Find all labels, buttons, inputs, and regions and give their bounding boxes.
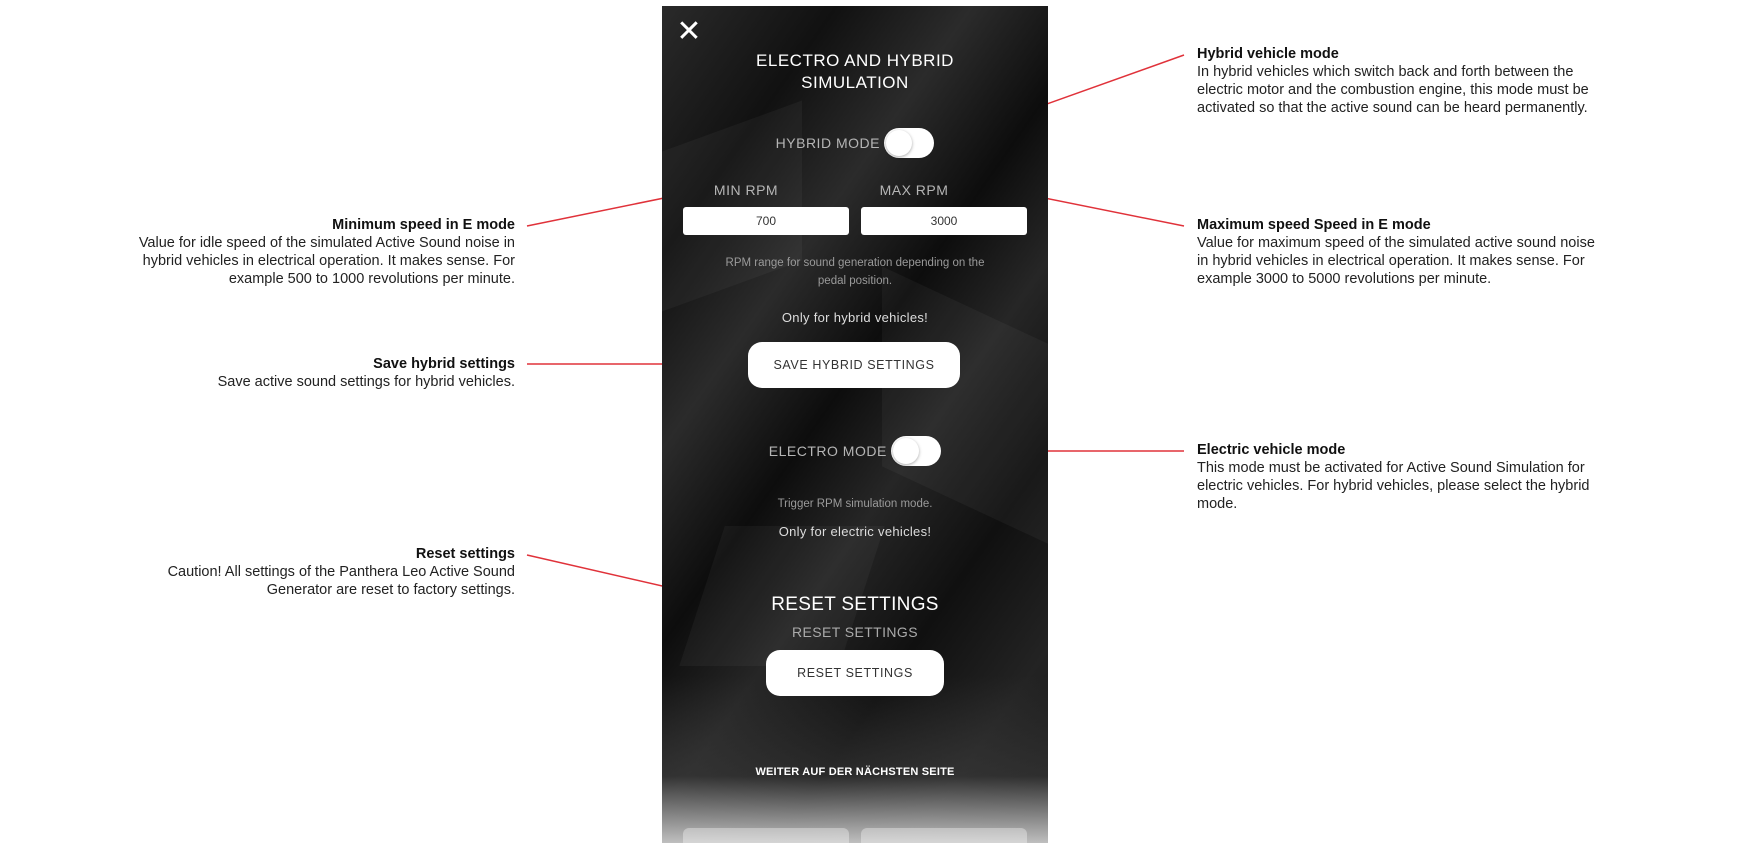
annotation-text: activated so that the active sound can b… — [1197, 100, 1588, 116]
annotation-text: Caution! All settings of the Panthera Le… — [167, 564, 515, 580]
app-screen: ✕ ELECTRO AND HYBRID SIMULATION HYBRID M… — [662, 6, 1048, 843]
annotation-hybrid-mode: Hybrid vehicle mode In hybrid vehicles w… — [1197, 45, 1727, 117]
max-rpm-input[interactable] — [861, 207, 1027, 235]
hybrid-mode-row: HYBRID MODE — [662, 128, 1048, 158]
electro-mode-row: ELECTRO MODE — [662, 436, 1048, 466]
annotation-text: example 3000 to 5000 revolutions per min… — [1197, 271, 1492, 287]
faded-button — [861, 828, 1027, 843]
electro-mode-toggle[interactable] — [891, 436, 942, 466]
page-title-line1: ELECTRO AND HYBRID — [756, 51, 954, 70]
annotation-save-hybrid: Save hybrid settings Save active sound s… — [0, 355, 515, 391]
annotation-text: in hybrid vehicles in electrical operati… — [1197, 253, 1585, 269]
annotation-heading: Save hybrid settings — [373, 356, 515, 372]
annotation-text: hybrid vehicles in electrical operation.… — [142, 253, 515, 269]
annotation-heading: Hybrid vehicle mode — [1197, 46, 1339, 62]
annotation-text: In hybrid vehicles which switch back and… — [1197, 64, 1574, 80]
continue-next-page-label[interactable]: WEITER AUF DER NÄCHSTEN SEITE — [662, 766, 1048, 778]
reset-settings-button[interactable]: RESET SETTINGS — [766, 650, 944, 696]
toggle-knob — [886, 130, 913, 156]
annotation-text: electric motor and the combustion engine… — [1197, 82, 1589, 98]
annotation-min-speed: Minimum speed in E mode Value for idle s… — [0, 216, 515, 288]
reset-section-title: RESET SETTINGS — [771, 594, 939, 615]
min-rpm-label: MIN RPM — [713, 182, 779, 198]
electric-only-note: Only for electric vehicles! — [778, 524, 932, 539]
toggle-knob — [893, 438, 920, 464]
annotation-text: Generator are reset to factory settings. — [266, 582, 515, 598]
reset-section-subtitle: RESET SETTINGS — [792, 624, 918, 640]
annotation-heading: Reset settings — [415, 546, 515, 562]
hybrid-mode-toggle[interactable] — [884, 128, 935, 158]
save-hybrid-settings-button[interactable]: SAVE HYBRID SETTINGS — [748, 342, 960, 388]
annotation-text: example 500 to 1000 revolutions per minu… — [228, 271, 515, 287]
annotation-heading: Electric vehicle mode — [1197, 442, 1346, 458]
min-rpm-input[interactable] — [683, 207, 849, 235]
hybrid-only-note: Only for hybrid vehicles! — [781, 310, 929, 325]
page-title: ELECTRO AND HYBRID SIMULATION — [662, 50, 1048, 94]
annotation-heading: Maximum speed Speed in E mode — [1197, 217, 1431, 233]
annotation-text: mode. — [1197, 496, 1238, 512]
annotation-text: This mode must be activated for Active S… — [1197, 460, 1585, 476]
annotation-reset: Reset settings Caution! All settings of … — [0, 545, 515, 599]
annotation-heading: Minimum speed in E mode — [332, 217, 515, 233]
max-rpm-label: MAX RPM — [879, 182, 949, 198]
rpm-note-line1: RPM range for sound generation depending… — [725, 257, 985, 269]
annotation-text: Value for maximum speed of the simulated… — [1197, 235, 1595, 251]
rpm-range-note: RPM range for sound generation depending… — [662, 254, 1048, 290]
annotation-electric-mode: Electric vehicle mode This mode must be … — [1197, 441, 1727, 513]
faded-button — [683, 828, 849, 843]
close-icon[interactable]: ✕ — [676, 17, 702, 47]
annotation-max-speed: Maximum speed Speed in E mode Value for … — [1197, 216, 1727, 288]
trigger-note: Trigger RPM simulation mode. — [777, 498, 933, 510]
annotation-text: Save active sound settings for hybrid ve… — [217, 374, 515, 390]
annotation-text: Value for idle speed of the simulated Ac… — [138, 235, 515, 251]
hybrid-mode-label: HYBRID MODE — [775, 135, 880, 151]
electro-mode-label: ELECTRO MODE — [768, 443, 887, 459]
rpm-note-line2: pedal position. — [817, 275, 893, 287]
page-title-line2: SIMULATION — [801, 73, 909, 92]
annotation-text: electric vehicles. For hybrid vehicles, … — [1197, 478, 1590, 494]
